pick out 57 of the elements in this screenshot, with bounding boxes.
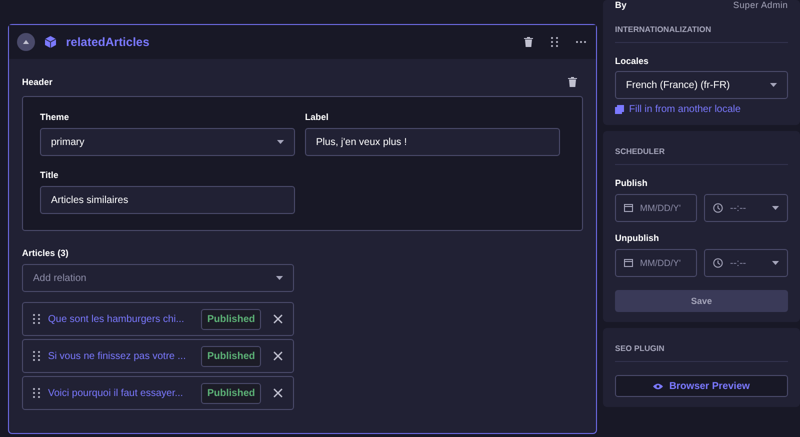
caret-icon [276,276,283,280]
article-link[interactable]: Voici pourquoi il faut essayer... [48,388,194,398]
time-input[interactable]: --:-- [704,194,788,222]
preview-button[interactable]: Browser Preview [615,375,788,397]
component-name: relatedArticles [66,35,150,49]
field-label: Label [305,112,330,122]
author-name: Super Admin [733,0,788,10]
time-input[interactable]: --:-- [704,249,788,277]
date-input[interactable]: MM/DD/Y' [615,249,697,277]
drag-handle-icon[interactable] [33,351,40,361]
article-link[interactable]: Si vous ne finissez pas votre ... [48,350,194,362]
save-button[interactable]: Save [615,290,788,312]
remove-button[interactable] [273,351,283,361]
status-tag: Published [201,308,261,330]
field-label: Theme [40,112,70,122]
remove-button[interactable] [273,314,283,324]
text-input[interactable]: Articles similaires [40,186,295,214]
delete-button[interactable] [568,77,577,87]
delete-button[interactable] [524,37,533,47]
theme-select[interactable]: primary [40,128,295,156]
status-tag: Published [201,346,261,366]
trash-icon [524,37,533,47]
clock-icon [713,258,723,268]
article-link[interactable]: Que sont les hamburgers chi... [48,314,194,324]
copy-icon [615,105,624,114]
fill-locale-link[interactable]: Fill in from another locale [615,104,788,115]
caret-icon [772,206,779,210]
chevron-icon [23,40,29,44]
status-tag: Published [201,382,261,404]
drag-handle-icon[interactable] [33,388,40,398]
clock-icon [713,203,723,213]
calendar-icon [624,204,633,212]
locale-select[interactable]: French (France) (fr-FR) [615,71,788,99]
section-heading: INTERNATIONALIZATION [615,15,788,43]
section-label: Header [22,77,53,87]
cube-icon [45,36,56,48]
drag-handle-icon[interactable] [33,314,40,324]
section-heading: SEO PLUGIN [615,334,788,362]
section-label: Articles (3) [22,248,70,258]
trash-icon [568,77,577,87]
calendar-icon [624,259,633,267]
field-label: Unpublish [615,233,660,243]
collapse-button[interactable] [17,33,35,51]
date-input[interactable]: MM/DD/Y' [615,194,697,222]
relation-select[interactable]: Add relation [22,264,294,292]
field-label: Title [40,170,60,180]
caret-icon [770,83,777,87]
drag-button[interactable] [551,37,558,47]
eye-icon [653,382,664,390]
caret-icon [277,140,284,144]
remove-button[interactable] [273,388,283,398]
section-heading: SCHEDULER [615,137,788,165]
caret-icon [772,261,779,265]
text-input[interactable]: Plus, j'en veux plus ! [305,128,560,156]
field-label: Publish [615,178,649,188]
field-label: Locales [615,56,650,66]
by-label: By [615,0,627,10]
